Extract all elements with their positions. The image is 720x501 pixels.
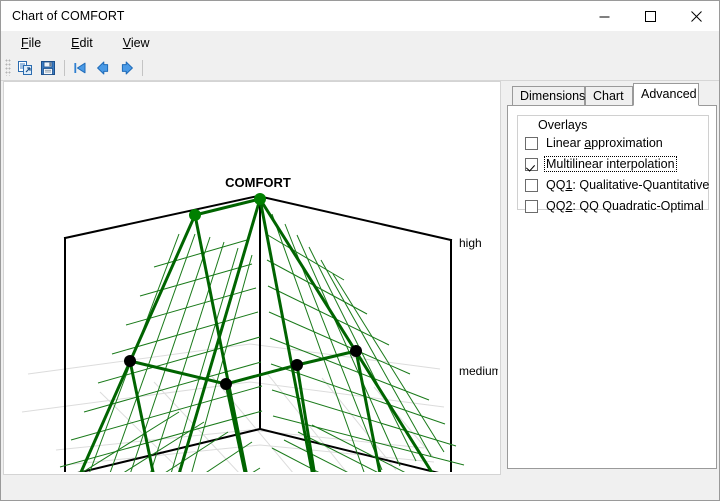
chart-panel[interactable]: COMFORT high medium small more #PERS 3-4… [3,81,501,475]
tab-strip: Dimensions Chart Advanced [507,83,717,106]
menu-edit[interactable]: Edit [61,34,105,52]
tab-chart[interactable]: Chart [585,86,633,106]
mesh-thin-right [265,213,465,472]
checkbox-linear-approximation[interactable] [525,136,538,150]
minimize-button[interactable] [581,1,627,31]
content-area: COMFORT high medium small more #PERS 3-4… [1,81,719,500]
window-controls [581,1,719,31]
overlays-group-label: Overlays [535,118,591,132]
checkbox-label-qq2: QQ2: QQ Quadratic-Optimal [546,199,704,213]
tab-dimensions[interactable]: Dimensions [512,86,585,106]
toolbar [1,55,719,81]
menu-view[interactable]: View [113,34,162,52]
checkbox-row-qq1[interactable]: QQ1: Qualitative-Quantitative [525,177,710,193]
comfort-3d-chart: COMFORT high medium small more #PERS 3-4… [21,175,498,472]
checkbox-qq1[interactable] [525,178,538,192]
menu-bar: File Edit View [1,31,719,55]
checkbox-label-multilinear-interpolation: Multilinear interpolation [544,156,677,172]
toolbar-separator-2 [142,59,143,76]
checkbox-multilinear-interpolation[interactable] [525,157,538,171]
checkbox-label-qq1: QQ1: Qualitative-Quantitative [546,178,710,192]
menu-file[interactable]: File [11,34,53,52]
save-icon[interactable] [37,57,60,78]
toolbar-separator [64,59,65,76]
title-bar: Chart of COMFORT [1,1,719,31]
next-icon[interactable] [115,57,138,78]
checkbox-row-multilinear-interpolation[interactable]: Multilinear interpolation [525,156,677,172]
menu-view-rest: iew [130,35,150,50]
toolbar-grip[interactable] [5,59,11,76]
chart-window: Chart of COMFORT File Edit View COMFORT … [0,0,720,501]
tab-advanced[interactable]: Advanced [633,83,699,106]
chart-title: COMFORT [225,175,291,190]
checkbox-row-linear-approximation[interactable]: Linear approximation [525,135,664,151]
vertical-tick-medium: medium [459,364,498,378]
window-title: Chart of COMFORT [12,9,125,23]
close-button[interactable] [673,1,719,31]
vertical-tick-high: high [459,236,482,250]
tab-panel-advanced: Overlays Linear approximation Multilinea… [507,105,717,469]
menu-edit-rest: dit [79,35,93,50]
first-icon[interactable] [69,57,92,78]
menu-file-rest: ile [28,35,42,50]
checkbox-label-linear-approximation: Linear approximation [546,136,663,150]
copy-export-icon[interactable] [14,57,37,78]
maximize-button[interactable] [627,1,673,31]
side-panel: Dimensions Chart Advanced Overlays Linea… [507,83,717,469]
checkbox-qq2[interactable] [525,199,538,213]
checkbox-row-qq2[interactable]: QQ2: QQ Quadratic-Optimal [525,198,705,214]
previous-icon[interactable] [92,57,115,78]
